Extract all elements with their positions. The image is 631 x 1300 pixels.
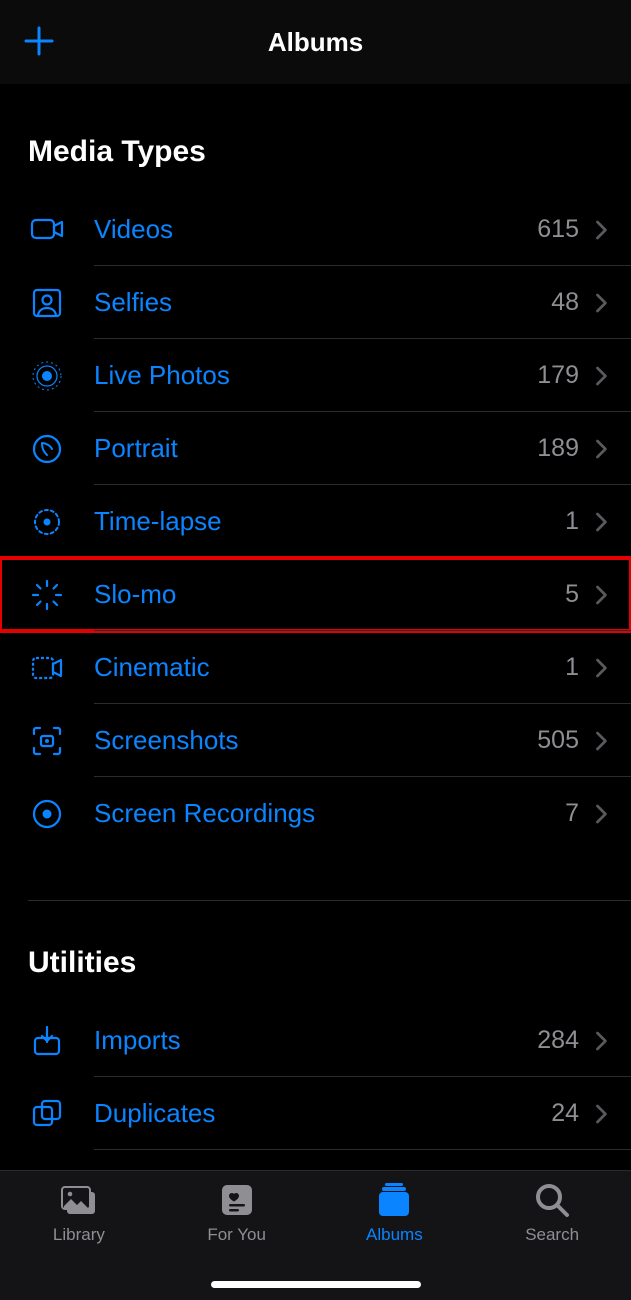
screenshot-icon — [28, 722, 66, 760]
row-screenshots[interactable]: Screenshots 505 — [0, 704, 631, 777]
chevron-right-icon — [585, 584, 631, 606]
section-title-media-types: Media Types — [0, 85, 631, 193]
row-label: Cinematic — [66, 652, 565, 683]
row-label: Screen Recordings — [66, 798, 565, 829]
home-indicator[interactable] — [211, 1281, 421, 1288]
slomo-icon — [28, 576, 66, 614]
row-label: Selfies — [66, 287, 551, 318]
tab-label: For You — [207, 1225, 266, 1245]
row-live-photos[interactable]: Live Photos 179 — [0, 339, 631, 412]
section-media-types: Media Types Videos 615 Selfies 48 Live P… — [0, 84, 631, 850]
chevron-right-icon — [585, 803, 631, 825]
albums-icon — [373, 1181, 415, 1219]
row-count: 1 — [565, 507, 585, 536]
row-selfies[interactable]: Selfies 48 — [0, 266, 631, 339]
row-screen-recordings[interactable]: Screen Recordings 7 — [0, 777, 631, 850]
chevron-right-icon — [585, 292, 631, 314]
row-label: Screenshots — [66, 725, 537, 756]
video-icon — [28, 211, 66, 249]
row-label: Imports — [66, 1025, 537, 1056]
tab-label: Search — [525, 1225, 579, 1245]
add-album-button[interactable] — [22, 26, 56, 60]
row-count: 1 — [565, 653, 585, 682]
livephoto-icon — [28, 357, 66, 395]
content: Media Types Videos 615 Selfies 48 Live P… — [0, 84, 631, 1223]
row-label: Time-lapse — [66, 506, 565, 537]
library-icon — [58, 1181, 100, 1219]
row-count: 284 — [537, 1026, 585, 1055]
plus-icon — [22, 24, 56, 63]
tab-label: Library — [53, 1225, 105, 1245]
row-videos[interactable]: Videos 615 — [0, 193, 631, 266]
cinematic-icon — [28, 649, 66, 687]
row-count: 505 — [537, 726, 585, 755]
chevron-right-icon — [585, 1030, 631, 1052]
page-title: Albums — [268, 27, 363, 58]
row-label: Videos — [66, 214, 537, 245]
selfie-icon — [28, 284, 66, 322]
chevron-right-icon — [585, 438, 631, 460]
chevron-right-icon — [585, 730, 631, 752]
tab-label: Albums — [366, 1225, 423, 1245]
duplicates-icon — [28, 1095, 66, 1133]
for-you-icon — [216, 1181, 258, 1219]
row-time-lapse[interactable]: Time-lapse 1 — [0, 485, 631, 558]
header-bar: Albums — [0, 0, 631, 84]
row-count: 7 — [565, 799, 585, 828]
chevron-right-icon — [585, 219, 631, 241]
section-title-utilities: Utilities — [0, 902, 631, 1004]
row-label: Duplicates — [66, 1098, 551, 1129]
chevron-right-icon — [585, 511, 631, 533]
row-imports[interactable]: Imports 284 — [0, 1004, 631, 1077]
tab-library[interactable]: Library — [0, 1181, 158, 1300]
row-count: 24 — [551, 1099, 585, 1128]
timelapse-icon — [28, 503, 66, 541]
row-label: Portrait — [66, 433, 537, 464]
row-count: 179 — [537, 361, 585, 390]
chevron-right-icon — [585, 657, 631, 679]
chevron-right-icon — [585, 365, 631, 387]
row-label: Live Photos — [66, 360, 537, 391]
screenrec-icon — [28, 795, 66, 833]
row-slo-mo[interactable]: Slo-mo 5 — [0, 558, 631, 631]
import-icon — [28, 1022, 66, 1060]
row-count: 189 — [537, 434, 585, 463]
row-count: 5 — [565, 580, 585, 609]
tab-bar: Library For You Albums Search — [0, 1170, 631, 1300]
row-count: 48 — [551, 288, 585, 317]
row-count: 615 — [537, 215, 585, 244]
row-cinematic[interactable]: Cinematic 1 — [0, 631, 631, 704]
tab-search[interactable]: Search — [473, 1181, 631, 1300]
chevron-right-icon — [585, 1103, 631, 1125]
row-portrait[interactable]: Portrait 189 — [0, 412, 631, 485]
portrait-icon — [28, 430, 66, 468]
search-icon — [531, 1181, 573, 1219]
row-label: Slo-mo — [66, 579, 565, 610]
row-duplicates[interactable]: Duplicates 24 — [0, 1077, 631, 1150]
